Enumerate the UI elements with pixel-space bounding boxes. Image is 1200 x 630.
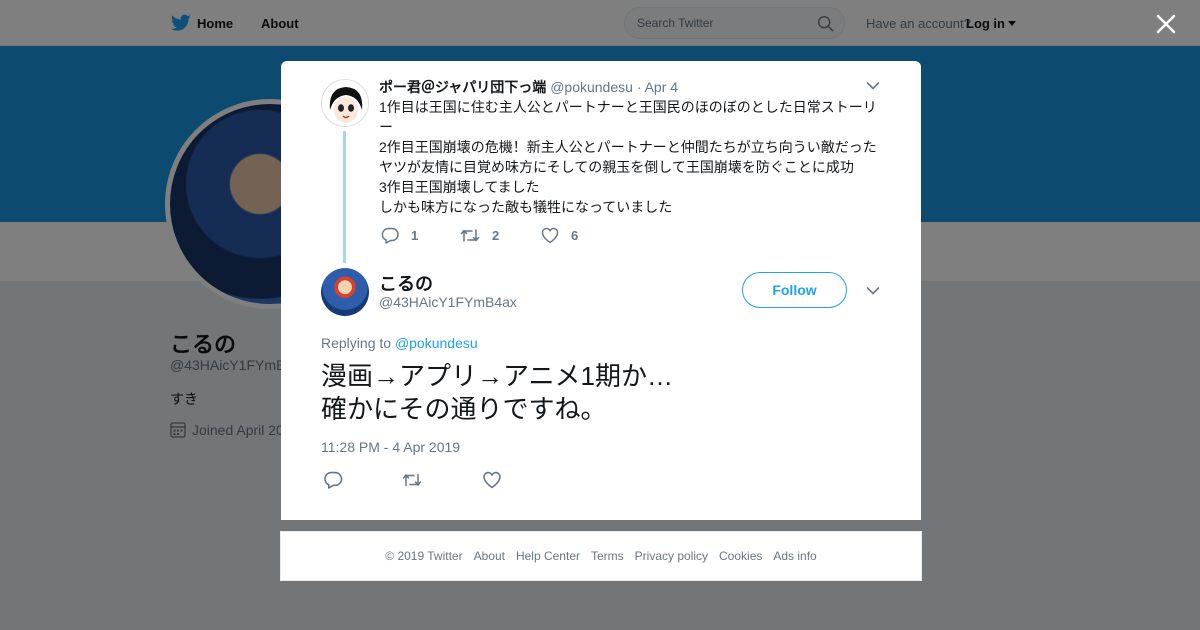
heart-icon	[541, 227, 559, 244]
footer-link-cookies[interactable]: Cookies	[719, 549, 762, 563]
reply-icon	[381, 227, 399, 244]
footer-link-privacy[interactable]: Privacy policy	[635, 549, 708, 563]
main-tweet-avatar[interactable]	[321, 268, 369, 316]
parent-tweet-author-name[interactable]: ポー君＠ジャパリ団下っ端	[379, 79, 546, 95]
chevron-down-icon[interactable]	[866, 286, 880, 296]
main-tweet-author-handle[interactable]: @43HAicY1FYmB4ax	[379, 294, 517, 310]
tweet-text-line: 漫画→アプリ→アニメ1期か…	[321, 361, 673, 391]
main-tweet-author-name[interactable]: こるの	[379, 270, 433, 296]
main-tweet-timestamp[interactable]: 11:28 PM - 4 Apr 2019	[321, 439, 460, 455]
replying-to-label: Replying to	[321, 335, 395, 351]
thread-connector	[343, 131, 346, 263]
retweet-icon	[460, 229, 480, 242]
tweet-text-line: 3作目王国崩壊してました	[379, 179, 540, 195]
replying-to: Replying to @pokundesu	[321, 335, 478, 351]
footer-link-about[interactable]: About	[474, 549, 505, 563]
like-count: 6	[571, 228, 579, 243]
parent-tweet-avatar[interactable]	[321, 79, 369, 127]
footer: © 2019 Twitter About Help Center Terms P…	[280, 531, 922, 581]
parent-tweet-author-handle[interactable]: @pokundesu	[550, 79, 633, 95]
tweet-text-line: 確かにその通りですね。	[321, 394, 607, 424]
retweet-icon[interactable]	[402, 471, 422, 489]
footer-copyright: © 2019 Twitter	[385, 549, 463, 563]
parent-tweet-text: 1作目は王国に住む主人公とパートナーと王国民のほのぼのとした日常ストーリ ー 2…	[379, 97, 884, 217]
tweet-text-line: ヤツが友情に目覚め味方にそしての親玉を倒して王国崩壊を防ぐことに成功	[379, 159, 854, 175]
parent-like-button[interactable]: 6	[541, 227, 578, 244]
tweet-text-line: 2作目王国崩壊の危機！新主人公とパートナーと仲間たちが立ち向うい敵だった	[379, 139, 877, 155]
reply-icon[interactable]	[323, 471, 343, 489]
parent-tweet-header: ポー君＠ジャパリ団下っ端 @pokundesu · Apr 4	[379, 77, 678, 97]
main-tweet-text: 漫画→アプリ→アニメ1期か… 確かにその通りですね。	[321, 360, 881, 426]
tweet-text-line: 1作目は王国に住む主人公とパートナーと王国民のほのぼのとした日常ストーリ	[379, 99, 877, 115]
replying-to-handle[interactable]: @pokundesu	[395, 335, 478, 351]
footer-link-help-center[interactable]: Help Center	[516, 549, 580, 563]
retweet-count: 2	[492, 228, 500, 243]
close-icon[interactable]	[1155, 13, 1177, 35]
follow-button[interactable]: Follow	[742, 272, 847, 308]
parent-retweet-button[interactable]: 2	[460, 227, 499, 244]
footer-link-ads-info[interactable]: Ads info	[773, 549, 816, 563]
tweet-modal: ポー君＠ジャパリ団下っ端 @pokundesu · Apr 4 1作目は王国に住…	[281, 61, 921, 520]
heart-icon[interactable]	[482, 471, 502, 489]
parent-tweet-date[interactable]: · Apr 4	[637, 79, 678, 95]
parent-reply-button[interactable]: 1	[381, 227, 418, 244]
chevron-down-icon[interactable]	[866, 81, 880, 91]
footer-link-terms[interactable]: Terms	[591, 549, 624, 563]
tweet-text-line: ー	[379, 119, 393, 135]
tweet-text-line: しかも味方になった敵も犠牲になっていました	[379, 199, 673, 215]
reply-count: 1	[411, 228, 419, 243]
